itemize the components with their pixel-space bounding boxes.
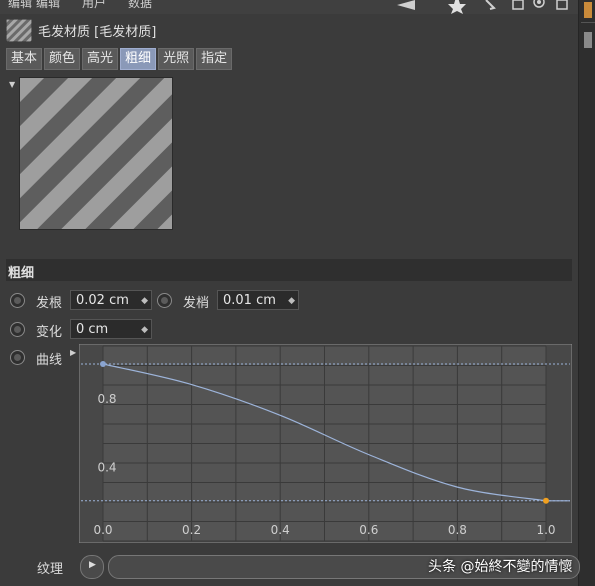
right-dock-strip bbox=[578, 0, 595, 586]
tab-thickness[interactable]: 粗细 bbox=[120, 48, 157, 70]
variation-value: 0 cm bbox=[76, 322, 109, 337]
menu-item-data[interactable]: 数据 bbox=[128, 0, 152, 11]
dock-tab-1[interactable] bbox=[581, 0, 595, 23]
tab-basic[interactable]: 基本 bbox=[6, 48, 43, 70]
x-tick-label: 0.6 bbox=[359, 523, 378, 537]
variation-animate-radio[interactable] bbox=[10, 322, 25, 337]
watermark: 头条 @始終不變的情懷 bbox=[428, 559, 573, 575]
section-header bbox=[6, 259, 572, 281]
material-preview[interactable] bbox=[19, 77, 173, 230]
y-tick-label: 0.8 bbox=[97, 392, 116, 406]
x-tick-label: 0.4 bbox=[271, 523, 290, 537]
hair-material-icon bbox=[6, 19, 32, 42]
curve-start-handle[interactable] bbox=[100, 361, 106, 367]
texture-label: 纹理 bbox=[37, 562, 64, 577]
root-animate-radio[interactable] bbox=[10, 293, 25, 308]
tab-color[interactable]: 颜色 bbox=[44, 48, 81, 70]
dock-tab-icon bbox=[584, 32, 592, 48]
root-label: 发根 bbox=[36, 296, 63, 311]
texture-menu-button[interactable]: ▶ bbox=[80, 555, 104, 579]
tab-illumination[interactable]: 光照 bbox=[158, 48, 195, 70]
menu-item-edit-3[interactable]: 用户 bbox=[82, 0, 106, 11]
root-spinner-icon[interactable]: ◆ bbox=[141, 291, 148, 311]
thickness-curve-graph[interactable]: 0.0 0.2 0.4 0.6 0.8 1.0 0.8 0.4 bbox=[79, 344, 572, 543]
variation-label: 变化 bbox=[36, 325, 63, 340]
back-arrow-icon[interactable] bbox=[395, 0, 417, 14]
new-window-icon[interactable] bbox=[555, 0, 569, 14]
section-title: 粗细 bbox=[8, 266, 35, 281]
root-thickness-input[interactable]: 0.02 cm ◆ bbox=[70, 290, 152, 310]
menu-bar: 编辑 编辑 用户 数据 bbox=[0, 0, 578, 14]
curve-label: 曲线 bbox=[36, 353, 63, 368]
material-title: 毛发材质 [毛发材质] bbox=[38, 25, 157, 40]
menu-item-edit-1[interactable]: 编辑 bbox=[8, 0, 32, 11]
target-icon[interactable] bbox=[532, 0, 546, 14]
tip-thickness-value: 0.01 cm bbox=[223, 293, 276, 308]
root-thickness-value: 0.02 cm bbox=[76, 293, 129, 308]
x-tick-label: 1.0 bbox=[536, 523, 555, 537]
tip-label: 发梢 bbox=[183, 296, 210, 311]
curve-end-handle[interactable] bbox=[543, 497, 549, 504]
tip-thickness-input[interactable]: 0.01 cm ◆ bbox=[217, 290, 299, 310]
tip-animate-radio[interactable] bbox=[157, 293, 172, 308]
curve-animate-radio[interactable] bbox=[10, 350, 25, 365]
lock-icon[interactable] bbox=[511, 0, 525, 14]
y-tick-label: 0.4 bbox=[97, 461, 116, 475]
play-icon: ▶ bbox=[89, 560, 96, 570]
dock-tab-2[interactable] bbox=[581, 30, 595, 52]
pointer-icon[interactable] bbox=[484, 0, 498, 14]
star-icon[interactable] bbox=[446, 0, 468, 14]
tab-specular[interactable]: 高光 bbox=[82, 48, 119, 70]
menu-item-edit-2[interactable]: 编辑 bbox=[36, 0, 60, 11]
x-tick-label: 0.0 bbox=[93, 523, 112, 537]
tab-assign[interactable]: 指定 bbox=[196, 48, 233, 70]
curve-expand-icon[interactable]: ▶ bbox=[70, 348, 76, 357]
x-tick-label: 0.2 bbox=[182, 523, 201, 537]
preview-collapse-icon[interactable]: ▼ bbox=[9, 80, 15, 89]
variation-spinner-icon[interactable]: ◆ bbox=[141, 320, 148, 340]
dock-tab-icon bbox=[584, 2, 592, 18]
tip-spinner-icon[interactable]: ◆ bbox=[288, 291, 295, 311]
tab-bar: 基本 颜色 高光 粗细 光照 指定 bbox=[6, 48, 234, 70]
x-tick-label: 0.8 bbox=[448, 523, 467, 537]
variation-input[interactable]: 0 cm ◆ bbox=[70, 319, 152, 339]
